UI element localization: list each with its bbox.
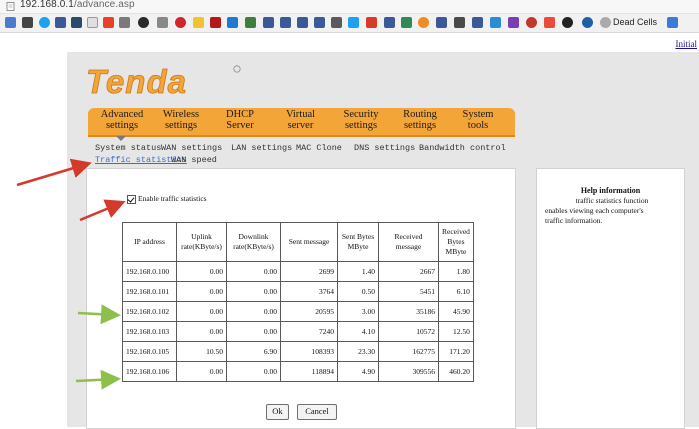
annotation-arrows (16, 158, 126, 390)
red-arrow-icon (16, 158, 92, 187)
green-arrow-icon (75, 369, 121, 390)
red-arrow-icon (79, 199, 126, 222)
green-arrow-icon (77, 304, 121, 325)
